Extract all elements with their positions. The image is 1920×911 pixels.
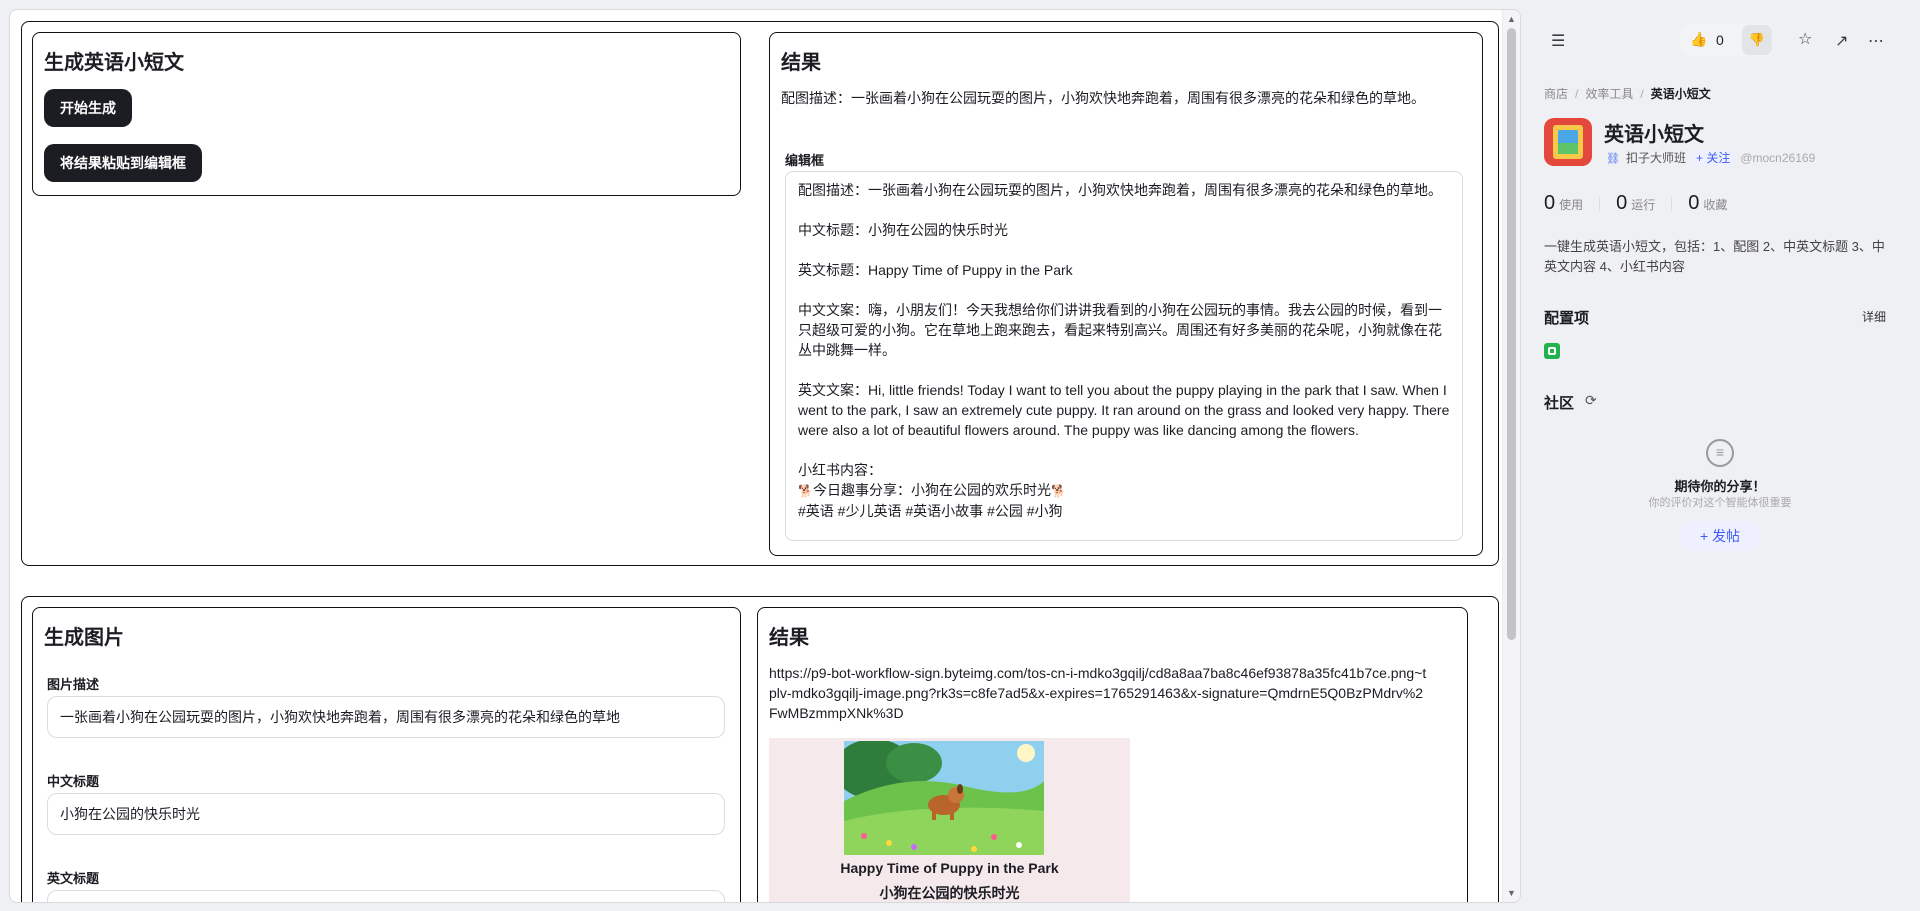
- editor-label: 编辑框: [785, 153, 825, 168]
- config-title: 配置项: [1544, 310, 1590, 327]
- link-icon: ⛓: [1606, 153, 1620, 165]
- editor-desc: 配图描述：一张画着小狗在公园玩耍的图片，小狗欢快地奔跑着，周围有很多漂亮的花朵和…: [798, 182, 1442, 198]
- editor-cn-title: 中文标题：小狗在公园的快乐时光: [798, 222, 1008, 238]
- app-description: 一键生成英语小短文，包括：1、配图 2、中英文标题 3、中英文内容 4、小红书内…: [1544, 239, 1885, 274]
- image-desc-text: 配图描述：一张画着小狗在公园玩耍的图片，小狗欢快地奔跑着，周围有很多漂亮的花朵和…: [781, 90, 1425, 106]
- thumbs-down-icon[interactable]: 👎: [1742, 25, 1772, 55]
- section-generate-text: 生成英语小短文 开始生成 将结果粘贴到编辑框 结果 配图描述：一张画着小狗在公园…: [21, 21, 1499, 566]
- workflow-plugin-icon[interactable]: [1544, 343, 1560, 359]
- generated-image-preview: Happy Time of Puppy in the Park 小狗在公园的快乐…: [769, 738, 1130, 902]
- post-button[interactable]: + 发帖: [1680, 521, 1760, 551]
- detail-link[interactable]: 详细: [1862, 308, 1886, 325]
- card-title: 生成英语小短文: [44, 52, 184, 74]
- generate-text-card: 生成英语小短文 开始生成 将结果粘贴到编辑框: [32, 32, 741, 196]
- app-name: 英语小短文: [1604, 124, 1704, 146]
- star-icon[interactable]: ☆: [1798, 29, 1812, 49]
- stats-row: 0 使用 0 运行 0 收藏: [1544, 192, 1743, 215]
- xhs-line-text: 今日趣事分享：小狗在公园的欢乐时光: [812, 482, 1051, 498]
- breadcrumb-category[interactable]: 效率工具: [1585, 87, 1633, 101]
- field-label-cn-title: 中文标题: [47, 774, 100, 789]
- vertical-scrollbar[interactable]: ▲ ▼: [1502, 10, 1520, 902]
- image-desc-input[interactable]: 一张画着小狗在公园玩耍的图片，小狗欢快地奔跑着，周围有很多漂亮的花朵和绿色的草地: [47, 696, 725, 738]
- thumbs-up-icon[interactable]: 👍: [1690, 31, 1707, 48]
- stat-favorites: 0 收藏: [1688, 192, 1728, 214]
- chat-bubble-icon: ≡: [1706, 439, 1734, 467]
- editor-textarea[interactable]: 配图描述：一张画着小狗在公园玩耍的图片，小狗欢快地奔跑着，周围有很多漂亮的花朵和…: [785, 171, 1463, 541]
- app-avatar: [1544, 118, 1592, 166]
- result-card: 结果 配图描述：一张画着小狗在公园玩耍的图片，小狗欢快地奔跑着，周围有很多漂亮的…: [769, 32, 1483, 556]
- editor-xhs-line: 🐕今日趣事分享：小狗在公园的欢乐时光🐕: [798, 480, 1450, 501]
- collapse-sidebar-icon[interactable]: ☰: [1551, 31, 1565, 51]
- like-count: 0: [1716, 32, 1724, 48]
- image-result-card: 结果 https://p9-bot-workflow-sign.byteimg.…: [757, 607, 1468, 902]
- editor-xhs-label: 小红书内容：: [798, 462, 882, 478]
- empty-state-subtitle: 你的评价对这个智能体很重要: [1648, 497, 1792, 509]
- share-icon[interactable]: ↗: [1835, 31, 1848, 51]
- result-title: 结果: [781, 52, 821, 74]
- field-label-image-desc: 图片描述: [47, 677, 100, 692]
- cn-title-input[interactable]: 小狗在公园的快乐时光: [47, 793, 725, 835]
- scroll-down-icon[interactable]: ▼: [1507, 888, 1516, 898]
- editor-en-text: 英文文案：Hi, little friends! Today I want to…: [798, 382, 1450, 438]
- editor-xhs-tags: #英语 #少儿英语 #英语小故事 #公园 #小狗: [798, 503, 1063, 519]
- editor-en-title: 英文标题：Happy Time of Puppy in the Park: [798, 262, 1073, 278]
- author-handle: @mocn26169: [1740, 151, 1816, 165]
- result-title: 结果: [769, 627, 809, 649]
- refresh-icon[interactable]: ⟳: [1585, 392, 1597, 409]
- author-name[interactable]: 扣子大师班: [1626, 151, 1686, 165]
- follow-button[interactable]: + 关注: [1691, 150, 1735, 166]
- en-title-input[interactable]: [47, 890, 725, 902]
- dog-emoji-icon: 🐕: [1050, 484, 1066, 498]
- generate-image-card: 生成图片 图片描述 一张画着小狗在公园玩耍的图片，小狗欢快地奔跑着，周围有很多漂…: [32, 607, 741, 902]
- preview-cn-title: 小狗在公园的快乐时光: [879, 885, 1020, 901]
- field-label-en-title: 英文标题: [47, 871, 100, 886]
- editor-cn-text: 中文文案：嗨，小朋友们！今天我想给你们讲讲我看到的小狗在公园玩的事情。我去公园的…: [798, 302, 1442, 358]
- start-generate-button[interactable]: 开始生成: [44, 89, 132, 127]
- stat-runs: 0 运行: [1616, 192, 1656, 214]
- breadcrumb: 商店 / 效率工具 / 英语小短文: [1544, 87, 1711, 101]
- card-title: 生成图片: [44, 627, 124, 649]
- breadcrumb-store[interactable]: 商店: [1544, 87, 1568, 101]
- dog-emoji-icon: 🐕: [798, 484, 813, 498]
- workflow-canvas: 生成英语小短文 开始生成 将结果粘贴到编辑框 结果 配图描述：一张画着小狗在公园…: [9, 9, 1521, 903]
- empty-state-title: 期待你的分享！: [1674, 479, 1766, 494]
- breadcrumb-current: 英语小短文: [1650, 87, 1711, 101]
- section-generate-image: 生成图片 图片描述 一张画着小狗在公园玩耍的图片，小狗欢快地奔跑着，周围有很多漂…: [21, 596, 1499, 902]
- community-title: 社区: [1544, 395, 1575, 412]
- scrollbar-thumb[interactable]: [1507, 28, 1516, 640]
- author-row: ⛓ 扣子大师班 + 关注 @mocn26169: [1606, 149, 1815, 166]
- paste-to-editor-button[interactable]: 将结果粘贴到编辑框: [44, 144, 202, 182]
- like-dislike-group: 👍 0 👎: [1680, 24, 1773, 56]
- image-url-link[interactable]: https://p9-bot-workflow-sign.byteimg.com…: [769, 663, 1429, 723]
- puppy-park-image: [844, 741, 1044, 855]
- stat-usage: 0 使用: [1544, 192, 1584, 214]
- preview-en-title: Happy Time of Puppy in the Park: [840, 860, 1059, 876]
- scroll-up-icon[interactable]: ▲: [1507, 14, 1516, 24]
- more-icon[interactable]: ⋯: [1868, 31, 1884, 51]
